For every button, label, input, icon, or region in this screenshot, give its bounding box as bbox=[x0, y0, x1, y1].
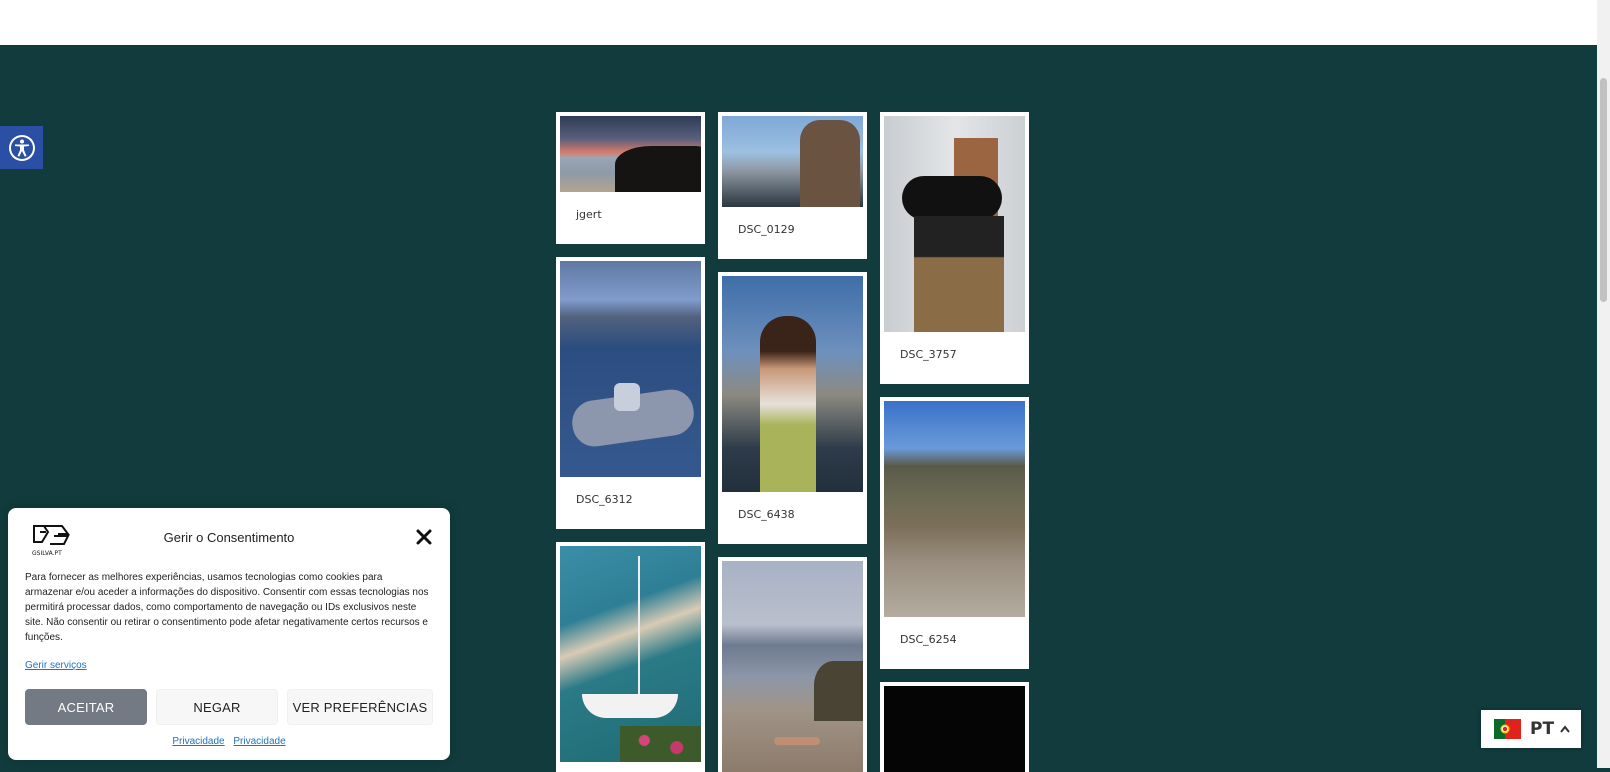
consent-dialog: GSILVA.PT Gerir o Consentimento Para for… bbox=[8, 508, 450, 760]
rock-silhouette bbox=[615, 146, 701, 192]
language-code: PT bbox=[1530, 719, 1555, 739]
photo-thumbnail[interactable] bbox=[560, 261, 701, 477]
scrollbar-thumb[interactable] bbox=[1600, 78, 1607, 302]
guitar-shape bbox=[902, 176, 1002, 220]
graffiti-text bbox=[892, 528, 1023, 556]
cliff-shape bbox=[814, 661, 863, 721]
flowers bbox=[620, 726, 701, 762]
gallery-item[interactable] bbox=[556, 542, 705, 772]
accessibility-icon bbox=[8, 134, 35, 161]
gallery-item[interactable]: DSC_6254 bbox=[880, 397, 1029, 669]
photo-caption: DSC_6254 bbox=[900, 633, 957, 646]
consent-title: Gerir o Consentimento bbox=[163, 530, 295, 545]
boat-hull bbox=[582, 694, 678, 718]
person-shape bbox=[614, 383, 640, 411]
portugal-flag-icon bbox=[1494, 719, 1521, 739]
gallery-item[interactable]: DSC_3757 bbox=[880, 112, 1029, 384]
gallery-item[interactable]: jgert bbox=[556, 112, 705, 244]
language-switcher[interactable]: PT bbox=[1481, 710, 1581, 748]
person-shape bbox=[800, 120, 860, 207]
person-shape bbox=[914, 216, 1004, 332]
photo-caption: DSC_6438 bbox=[738, 508, 795, 521]
photo-caption: DSC_6312 bbox=[576, 493, 633, 506]
top-header-bar bbox=[0, 0, 1597, 45]
accept-button[interactable]: ACEITAR bbox=[25, 689, 147, 725]
gallery-item[interactable]: DSC_6438 bbox=[718, 272, 867, 544]
privacy-link[interactable]: Privacidade bbox=[233, 736, 285, 747]
photo-thumbnail[interactable] bbox=[722, 561, 863, 772]
view-preferences-button[interactable]: VER PREFERÊNCIAS bbox=[287, 689, 433, 725]
manage-services-link[interactable]: Gerir serviços bbox=[25, 660, 87, 671]
privacy-link[interactable]: Privacidade bbox=[172, 736, 224, 747]
photo-thumbnail[interactable] bbox=[722, 276, 863, 492]
boat-mast bbox=[638, 556, 640, 716]
consent-body-text: Para fornecer as melhores experiências, … bbox=[25, 572, 429, 643]
close-icon[interactable] bbox=[416, 529, 432, 545]
vertical-scrollbar[interactable] bbox=[1597, 0, 1610, 768]
photo-thumbnail[interactable] bbox=[884, 116, 1025, 332]
chevron-up-icon bbox=[1560, 725, 1570, 733]
gallery-item[interactable] bbox=[880, 682, 1029, 772]
photo-thumbnail[interactable] bbox=[884, 401, 1025, 617]
photo-caption: DSC_0129 bbox=[738, 223, 795, 236]
person-shape bbox=[774, 737, 820, 745]
deny-button[interactable]: NEGAR bbox=[156, 689, 278, 725]
photo-thumbnail[interactable] bbox=[560, 546, 701, 762]
photo-caption: jgert bbox=[576, 208, 602, 221]
gallery-item[interactable] bbox=[718, 557, 867, 772]
photo-thumbnail[interactable] bbox=[722, 116, 863, 207]
photo-thumbnail[interactable] bbox=[560, 116, 701, 192]
accessibility-button[interactable] bbox=[0, 126, 43, 169]
gallery-item[interactable]: DSC_6312 bbox=[556, 257, 705, 529]
gallery-item[interactable]: DSC_0129 bbox=[718, 112, 867, 259]
photo-thumbnail[interactable] bbox=[884, 686, 1025, 772]
privacy-links: Privacidade Privacidade bbox=[8, 736, 450, 747]
svg-text:GSILVA.PT: GSILVA.PT bbox=[32, 550, 62, 557]
person-shape bbox=[760, 316, 816, 492]
photo-caption: DSC_3757 bbox=[900, 348, 957, 361]
